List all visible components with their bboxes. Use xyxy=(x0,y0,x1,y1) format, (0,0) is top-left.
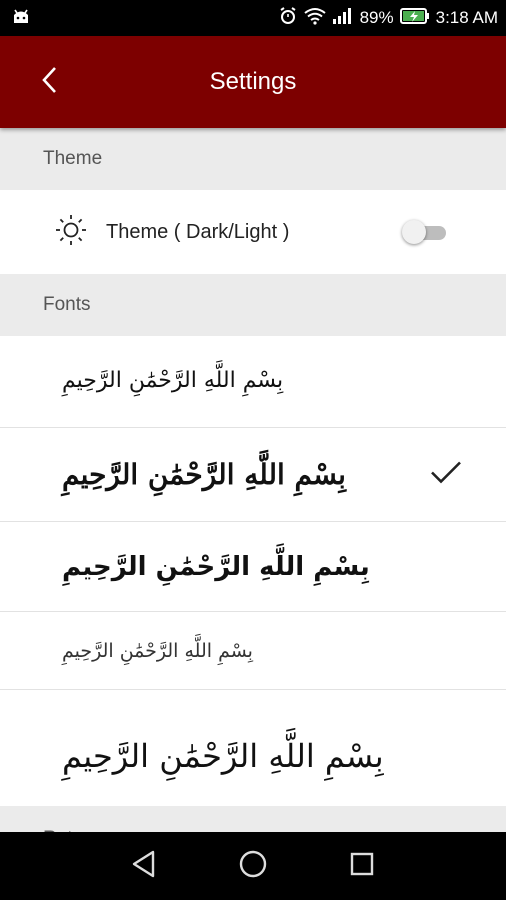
font-option-1[interactable]: بِسْمِ اللَّهِ الرَّحْمَٰنِ الرَّحِيمِ xyxy=(0,336,506,428)
font-sample: بِسْمِ اللَّهِ الرَّحْمَٰنِ الرَّحِيمِ xyxy=(62,458,346,491)
theme-setting-label: Theme ( Dark/Light ) xyxy=(106,220,290,243)
wifi-icon xyxy=(303,7,326,30)
toggle-thumb xyxy=(402,220,426,244)
status-bar: 89% 3:18 AM xyxy=(0,0,506,36)
chevron-left-icon xyxy=(40,66,60,99)
recents-square-icon xyxy=(349,851,375,882)
font-option-4[interactable]: بِسْمِ اللَّهِ الرَّحْمَٰنِ الرَّحِيمِ xyxy=(0,612,506,690)
nav-back-button[interactable] xyxy=(114,836,174,896)
android-debug-icon xyxy=(10,7,32,30)
battery-charging-icon xyxy=(399,7,430,29)
font-option-2[interactable]: بِسْمِ اللَّهِ الرَّحْمَٰنِ الرَّحِيمِ xyxy=(0,428,506,522)
alarm-icon xyxy=(278,6,298,31)
font-option-5[interactable]: بِسْمِ اللَّهِ الرَّحْمَٰنِ الرَّحِيمِ xyxy=(0,690,506,806)
theme-toggle[interactable] xyxy=(402,220,448,244)
back-button[interactable] xyxy=(26,58,74,106)
nav-recents-button[interactable] xyxy=(332,836,392,896)
sun-icon xyxy=(54,213,88,252)
font-sample: بِسْمِ اللَّهِ الرَّحْمَٰنِ الرَّحِيمِ xyxy=(62,639,253,662)
font-sample: بِسْمِ اللَّهِ الرَّحْمَٰنِ الرَّحِيمِ xyxy=(62,737,384,775)
nav-home-button[interactable] xyxy=(223,836,283,896)
font-sample: بِسْمِ اللَّهِ الرَّحْمَٰنِ الرَّحِيمِ xyxy=(62,551,370,582)
checkmark-icon xyxy=(430,459,462,490)
home-circle-icon xyxy=(238,849,268,884)
font-sample: بِسْمِ اللَّهِ الرَّحْمَٰنِ الرَّحِيمِ xyxy=(62,368,284,393)
page-title: Settings xyxy=(209,68,297,95)
navigation-bar xyxy=(0,832,506,900)
section-header-rate: Rate xyxy=(0,806,506,832)
battery-percent: 89% xyxy=(359,8,394,27)
clock: 3:18 AM xyxy=(435,8,498,27)
theme-setting-row[interactable]: Theme ( Dark/Light ) xyxy=(0,190,506,274)
font-option-3[interactable]: بِسْمِ اللَّهِ الرَّحْمَٰنِ الرَّحِيمِ xyxy=(0,522,506,612)
settings-list[interactable]: Theme Theme ( Dark/Light ) Fonts بِسْمِ … xyxy=(0,128,506,832)
signal-icon xyxy=(332,7,354,30)
section-header-fonts: Fonts xyxy=(0,274,506,336)
app-bar: Settings xyxy=(0,36,506,128)
back-triangle-icon xyxy=(131,850,157,883)
section-header-theme: Theme xyxy=(0,128,506,190)
